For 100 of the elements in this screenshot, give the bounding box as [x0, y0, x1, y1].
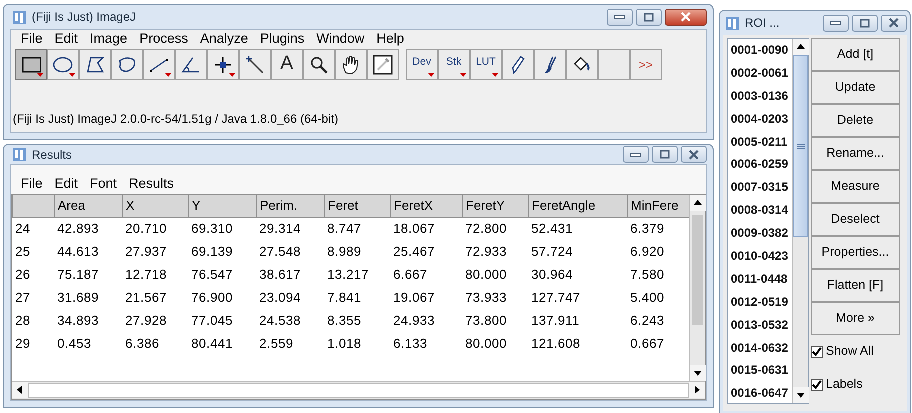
table-cell-text: 8.989: [326, 242, 363, 261]
roi-button[interactable]: Update: [811, 71, 900, 104]
tool-button[interactable]: [15, 49, 47, 80]
scroll-down-icon[interactable]: [690, 365, 706, 381]
column-header[interactable]: FeretY: [462, 195, 528, 217]
maximize-button[interactable]: [636, 8, 662, 26]
tool-button[interactable]: [502, 49, 534, 80]
vertical-scrollbar[interactable]: [689, 195, 705, 381]
table-cell: 20.710: [122, 217, 188, 240]
table-cell-text: 1.018: [326, 334, 363, 353]
list-item[interactable]: 0014-0632: [728, 336, 792, 360]
menu-tool-button[interactable]: Stk: [438, 49, 470, 80]
minimize-button[interactable]: [823, 14, 849, 32]
list-item[interactable]: 0001-0090: [728, 39, 792, 62]
menu-tool-button[interactable]: LUT: [470, 49, 502, 80]
tool-button[interactable]: [207, 49, 239, 80]
tool-button[interactable]: [175, 49, 207, 80]
tool-button[interactable]: [534, 49, 566, 80]
minimize-button[interactable]: [607, 8, 633, 26]
text-tool-button[interactable]: A: [271, 49, 303, 80]
list-item[interactable]: 0012-0519: [728, 290, 792, 314]
scroll-right-icon[interactable]: [689, 382, 705, 398]
column-header[interactable]: Feret: [324, 195, 390, 217]
menu-item[interactable]: Image: [84, 29, 134, 50]
row-number: 26: [14, 266, 32, 284]
menu-item[interactable]: Window: [310, 29, 371, 50]
tool-button[interactable]: [79, 49, 111, 80]
table-cell: 69.310: [188, 217, 256, 240]
menu-item[interactable]: Plugins: [254, 29, 311, 50]
column-header[interactable]: Y: [188, 195, 256, 217]
menu-item[interactable]: Font: [84, 174, 124, 195]
tool-button[interactable]: [566, 49, 598, 80]
maximize-button[interactable]: [652, 146, 678, 163]
list-item[interactable]: 0015-0631: [728, 359, 792, 382]
table-cell-text: 6.243: [630, 312, 666, 330]
row-number: 28: [14, 312, 32, 330]
list-item[interactable]: 0016-0647: [728, 382, 792, 403]
menu-item[interactable]: Edit: [48, 174, 84, 195]
roi-button[interactable]: Add [t]: [811, 38, 900, 71]
list-item[interactable]: 0006-0259: [728, 153, 792, 176]
column-header[interactable]: FeretAngle: [528, 195, 628, 217]
tool-button[interactable]: [367, 49, 399, 80]
checkbox[interactable]: [811, 346, 823, 358]
column-header[interactable]: X: [122, 195, 188, 217]
close-button[interactable]: [881, 14, 907, 32]
scroll-left-icon[interactable]: [12, 382, 28, 398]
menu-item[interactable]: Help: [370, 29, 410, 50]
list-item[interactable]: 0007-0315: [728, 176, 792, 200]
menu-item[interactable]: Results: [123, 174, 180, 195]
roi-button[interactable]: Rename...: [811, 137, 900, 170]
maximize-button[interactable]: [852, 14, 878, 32]
roi-button[interactable]: Deselect: [811, 203, 900, 236]
horizontal-scrollbar[interactable]: [12, 381, 705, 399]
roi-button[interactable]: Delete: [811, 104, 900, 137]
list-item[interactable]: 0010-0423: [728, 245, 792, 268]
check-icon: [812, 346, 822, 356]
menu-item[interactable]: Edit: [48, 29, 84, 50]
list-item[interactable]: 0005-0211: [728, 130, 792, 154]
list-item[interactable]: 0008-0314: [728, 199, 792, 222]
menu-item[interactable]: Analyze: [194, 29, 254, 50]
table-cell-text: 57.724: [530, 242, 574, 261]
scroll-up-icon[interactable]: [690, 195, 706, 211]
column-header[interactable]: FeretX: [390, 195, 462, 217]
list-item[interactable]: 0009-0382: [728, 222, 792, 246]
menu-item[interactable]: Process: [134, 29, 194, 50]
list-item[interactable]: 0002-0061: [728, 62, 792, 85]
list-item[interactable]: 0011-0448: [728, 268, 792, 291]
close-icon: [680, 12, 692, 22]
vertical-scrollbar[interactable]: [792, 39, 808, 403]
tool-button[interactable]: [239, 49, 271, 80]
menu-tool-button[interactable]: Dev: [406, 49, 438, 80]
list-item[interactable]: 0003-0136: [728, 84, 792, 108]
roi-button[interactable]: Measure: [811, 170, 900, 203]
roi-button[interactable]: More »: [811, 302, 900, 335]
app-icon: [12, 147, 27, 162]
column-header[interactable]: MinFere: [628, 195, 689, 217]
roi-button[interactable]: Flatten [F]: [811, 269, 900, 302]
list-item[interactable]: 0004-0203: [728, 108, 792, 131]
checkbox[interactable]: [811, 378, 823, 390]
menu-item[interactable]: File: [15, 29, 49, 50]
tool-button[interactable]: [335, 49, 367, 80]
scroll-up-icon[interactable]: [793, 39, 809, 55]
tool-button[interactable]: [111, 49, 143, 80]
close-button[interactable]: [665, 8, 707, 26]
column-header[interactable]: Area: [54, 195, 122, 217]
menu-item[interactable]: File: [15, 174, 49, 195]
tool-button[interactable]: [47, 49, 79, 80]
scroll-down-icon[interactable]: [793, 387, 809, 403]
roi-button[interactable]: Properties...: [811, 236, 900, 269]
list-item[interactable]: 0013-0532: [728, 314, 792, 337]
close-button[interactable]: [681, 146, 707, 163]
table-cell-text: 73.800: [464, 312, 508, 330]
column-header[interactable]: Perim.: [256, 195, 324, 217]
minimize-icon: [614, 14, 626, 20]
minimize-button[interactable]: [623, 146, 649, 163]
tool-button[interactable]: [143, 49, 175, 80]
more-tools-button[interactable]: >>: [630, 49, 662, 80]
tool-button[interactable]: [303, 49, 335, 80]
magnifier-icon: [309, 54, 329, 74]
table-cell: 29.314: [256, 217, 324, 240]
